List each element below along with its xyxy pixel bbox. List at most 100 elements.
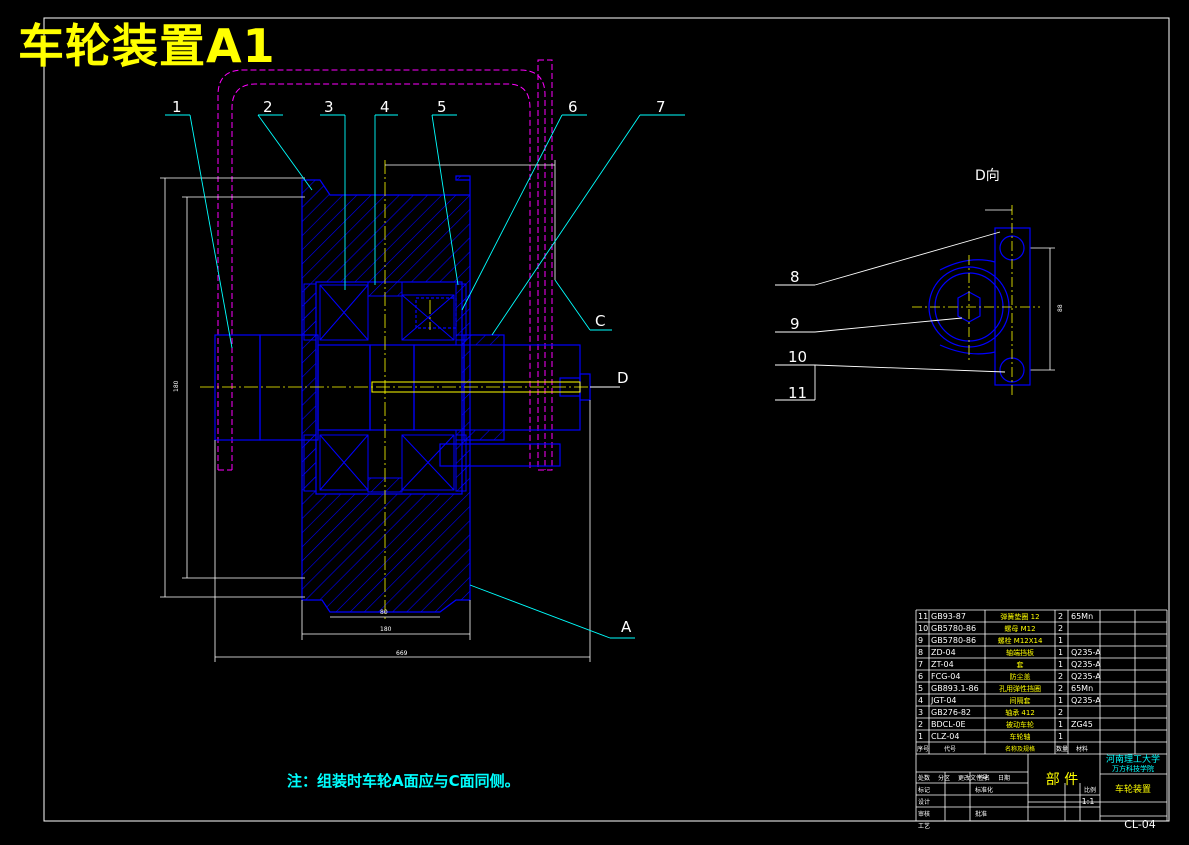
sign-sub: 批准	[975, 810, 987, 818]
bom-row-qty: 1	[1058, 720, 1063, 729]
bom-row-code: ZT-04	[931, 660, 954, 669]
dim-text-d3: 180	[380, 626, 392, 633]
bom-row-code: GB5780-86	[931, 636, 976, 645]
bom-row-no: 1	[918, 732, 923, 741]
label-d: D	[617, 369, 629, 387]
bom-row-qty: 2	[1058, 624, 1063, 633]
bom-row-name: 轴承 412	[1005, 708, 1035, 717]
bom-row-no: 7	[918, 660, 923, 669]
bom-row-no: 2	[918, 720, 923, 729]
bom-row-code: ZD-04	[931, 648, 956, 657]
callout-3: 3	[324, 98, 334, 116]
drawing-number: CL-04	[1124, 818, 1156, 831]
bom-row-name: 弹簧垫圈 12	[1000, 612, 1039, 621]
dimension-lines	[160, 160, 1055, 662]
bom-row-name: 轴端挡板	[1006, 648, 1034, 657]
part-label: 部 件	[1046, 772, 1078, 788]
sign-row: 工艺	[918, 822, 930, 830]
bom-row-code: FCG-04	[931, 672, 960, 681]
dim-text-d2: 80	[380, 609, 388, 616]
bom-header-qty: 数量	[1056, 745, 1068, 753]
callout-8: 8	[790, 268, 800, 286]
bom-row-no: 11	[918, 612, 928, 621]
cad-drawing-canvas: 180 80 180 669 88 1 2 3 4 5 6 7 C D A D向…	[43, 17, 1170, 831]
bom-row-code: GB93-87	[931, 612, 966, 621]
school-name: 河南理工大学	[1106, 753, 1160, 765]
college-name: 万方科技学院	[1112, 764, 1154, 773]
bom-header-no: 序号	[917, 745, 929, 753]
bom-row-no: 5	[918, 684, 923, 693]
label-a: A	[621, 618, 632, 636]
callout-10: 10	[788, 348, 807, 366]
bom-row-qty: 1	[1058, 660, 1063, 669]
bom-row-qty: 1	[1058, 636, 1063, 645]
bom-row-qty: 2	[1058, 708, 1063, 717]
bom-row-no: 3	[918, 708, 923, 717]
sign-row: 审核	[918, 810, 930, 818]
sign-col: 签名	[978, 774, 990, 782]
bom-header-name: 名称及规格	[1005, 745, 1035, 753]
bom-row-no: 6	[918, 672, 923, 681]
bom-row-name: 被动车轮	[1006, 720, 1034, 729]
bom-row-name: 间隔套	[1010, 696, 1031, 705]
bom-row-code: JGT-04	[930, 696, 957, 705]
label-c: C	[595, 312, 605, 330]
scale-header: 比例	[1084, 786, 1096, 794]
callout-7: 7	[656, 98, 666, 116]
bom-row-code: GB5780-86	[931, 624, 976, 633]
bom-table: 11 GB93-87 弹簧垫圈 12 2 65Mn10 GB5780-86 螺母 M12 29…	[915, 609, 1168, 831]
sign-col: 分区	[938, 774, 950, 782]
callout-4: 4	[380, 98, 390, 116]
bom-row-material: Q235-A	[1071, 648, 1101, 657]
bom-row-qty: 1	[1058, 696, 1063, 705]
callout-1: 1	[172, 98, 182, 116]
sheet-border	[43, 17, 1170, 822]
bom-row-qty: 2	[1058, 612, 1063, 621]
wheel-body	[301, 175, 471, 613]
dim-text-d4: 669	[396, 650, 408, 657]
bom-row-code: BDCL-0E	[931, 720, 966, 729]
callout-5: 5	[437, 98, 447, 116]
bom-row-code: GB893.1-86	[931, 684, 979, 693]
sign-sub: 标准化	[975, 786, 993, 794]
bom-row-material: ZG45	[1071, 720, 1093, 729]
bom-header-material: 材料	[1076, 745, 1088, 753]
drawing-sheet: 180 80 180 669 88 1 2 3 4 5 6 7 C D A D向…	[0, 0, 1189, 841]
bom-row-no: 9	[918, 636, 923, 645]
bom-row-name: 螺母 M12	[1004, 624, 1035, 633]
bom-row-no: 8	[918, 648, 923, 657]
bom-header-code: 代号	[944, 745, 956, 753]
dim-text-d1: 180	[173, 380, 180, 392]
sign-col: 日期	[998, 774, 1010, 782]
bom-row-no: 4	[918, 696, 923, 705]
bom-row-code: GB276-82	[931, 708, 971, 717]
bom-row-material: Q235-A	[1071, 660, 1101, 669]
bom-row-name: 螺栓 M12X14	[998, 636, 1043, 645]
bom-row-material: Q235-A	[1071, 672, 1101, 681]
callout-11: 11	[788, 384, 807, 402]
view-d: D向 8 9 10 11	[775, 168, 1040, 402]
bom-row-name: 车轮轴	[1010, 732, 1031, 741]
bom-row-material: Q235-A	[1071, 696, 1101, 705]
bom-row-name: 套	[1017, 660, 1024, 669]
assembly-note: 注：组装时车轮A面应与C面同侧。	[287, 772, 520, 790]
scale-value: 1:1	[1082, 797, 1095, 806]
sheet-title: 车轮装置A1	[18, 19, 276, 73]
bom-row-qty: 1	[1058, 732, 1063, 741]
sign-col: 处数	[918, 774, 930, 782]
callout-6: 6	[568, 98, 578, 116]
bom-row-qty: 1	[1058, 648, 1063, 657]
sign-row: 设计	[918, 798, 930, 806]
dim-text-side: 88	[1057, 304, 1064, 312]
bom-row-material: 65Mn	[1071, 612, 1093, 621]
bom-row-name: 防尘盖	[1010, 672, 1031, 681]
callout-9: 9	[790, 315, 800, 333]
bom-row-code: CLZ-04	[931, 732, 959, 741]
bom-row-material: 65Mn	[1071, 684, 1093, 693]
bom-row-qty: 2	[1058, 684, 1063, 693]
bom-row-qty: 2	[1058, 672, 1063, 681]
drawing-name: 车轮装置	[1115, 783, 1151, 795]
bom-row-no: 10	[918, 624, 928, 633]
bom-row-name: 孔用弹性挡圈	[999, 684, 1041, 693]
view-d-title: D向	[975, 168, 1000, 184]
